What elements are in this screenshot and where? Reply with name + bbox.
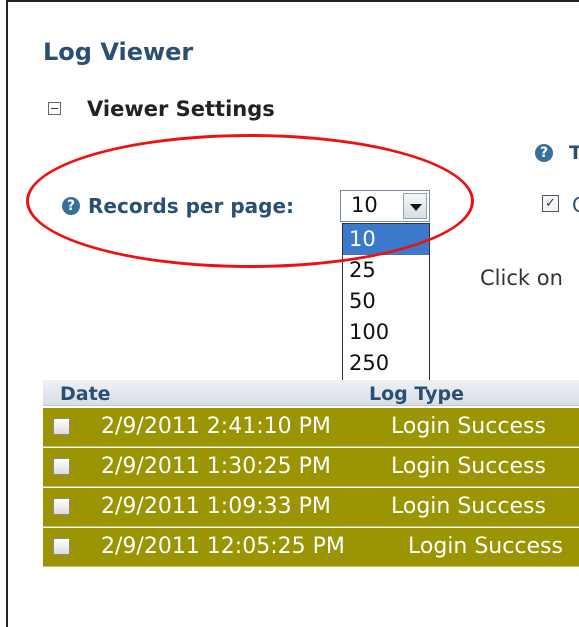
column-header-date[interactable]: Date: [60, 383, 111, 405]
help-icon[interactable]: ?: [535, 144, 553, 162]
table-row[interactable]: 2/9/2011 12:05:25 PM Login Success: [43, 528, 579, 567]
column-header-log-type[interactable]: Log Type: [369, 383, 464, 405]
row-log-type: Login Success: [391, 414, 546, 439]
row-checkbox[interactable]: [53, 498, 70, 515]
row-date: 2/9/2011 1:30:25 PM: [101, 454, 331, 479]
page-title: Log Viewer: [43, 38, 194, 66]
row-checkbox[interactable]: [53, 538, 70, 555]
selected-value: 10: [351, 193, 378, 217]
row-log-type: Login Success: [408, 534, 563, 559]
help-icon[interactable]: ?: [62, 197, 80, 215]
row-date: 2/9/2011 12:05:25 PM: [101, 534, 345, 559]
table-row[interactable]: 2/9/2011 1:30:25 PM Login Success: [43, 448, 579, 487]
row-date: 2/9/2011 1:09:33 PM: [101, 494, 331, 519]
right-help-group: ? T: [531, 142, 579, 166]
right-checkbox-label: C: [572, 193, 579, 217]
collapse-icon[interactable]: [48, 102, 61, 115]
dropdown-arrow-icon[interactable]: [403, 193, 427, 219]
row-date: 2/9/2011 2:41:10 PM: [101, 414, 331, 439]
row-checkbox[interactable]: [53, 458, 70, 475]
right-checkbox-group: ✓ C: [539, 193, 579, 221]
records-per-page-label: Records per page:: [88, 194, 295, 218]
row-log-type: Login Success: [391, 494, 546, 519]
right-help-label: T: [569, 142, 579, 164]
log-table: Date Log Type 2/9/2011 2:41:10 PM Login …: [43, 380, 579, 567]
table-header: Date Log Type: [43, 380, 579, 406]
records-per-page-select[interactable]: 10: [340, 190, 430, 222]
table-row[interactable]: 2/9/2011 2:41:10 PM Login Success: [43, 408, 579, 447]
click-hint-text: Click on: [480, 266, 563, 290]
viewer-settings-title: Viewer Settings: [87, 97, 275, 121]
row-log-type: Login Success: [391, 454, 546, 479]
option-100[interactable]: 100: [343, 317, 429, 348]
records-per-page-options: 10 25 50 100 250: [342, 223, 430, 383]
row-checkbox[interactable]: [53, 418, 70, 435]
option-10[interactable]: 10: [343, 224, 429, 255]
option-250[interactable]: 250: [343, 348, 429, 379]
checkbox-icon[interactable]: ✓: [542, 195, 559, 212]
option-50[interactable]: 50: [343, 286, 429, 317]
option-25[interactable]: 25: [343, 255, 429, 286]
table-row[interactable]: 2/9/2011 1:09:33 PM Login Success: [43, 488, 579, 527]
